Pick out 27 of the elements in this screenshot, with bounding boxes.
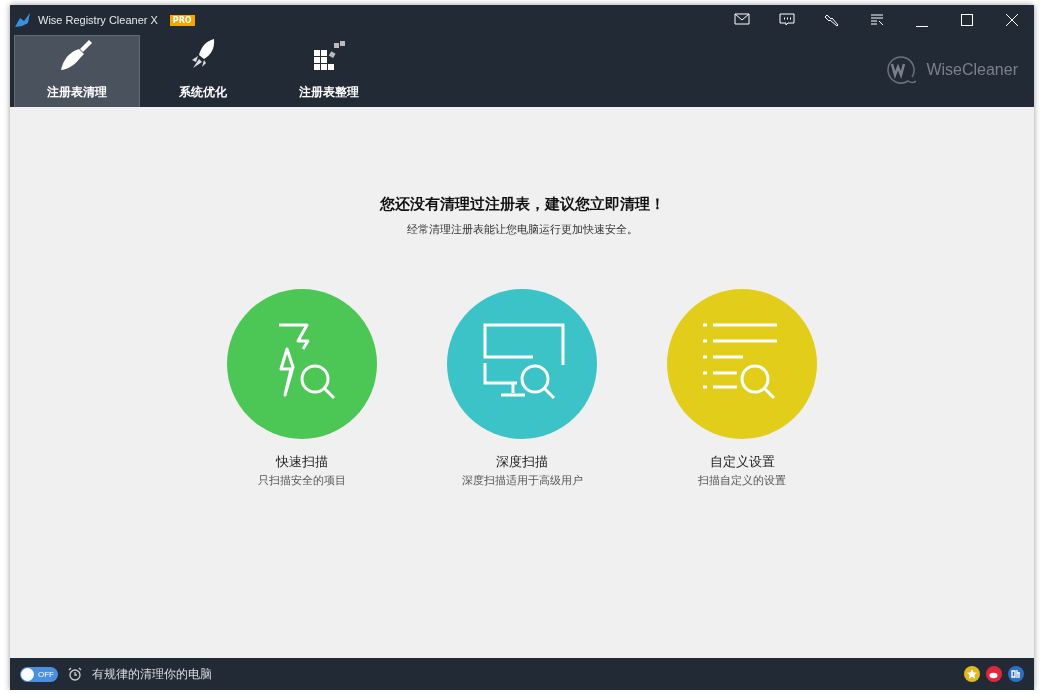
scan-title: 自定义设置 [709,453,775,471]
brand-name: WiseCleaner [926,61,1018,79]
pro-badge: PRO [169,14,195,26]
scan-title: 快速扫描 [276,453,328,471]
mail-icon [733,12,750,28]
wrench-icon [823,12,840,28]
close-icon [1003,12,1020,28]
main-subheading: 经常清理注册表能让您电脑运行更加快速安全。 [406,222,638,237]
menu-icon [868,12,885,28]
nav-tab[interactable]: 注册表清理 [14,35,140,107]
nav-tab[interactable]: 注册表整理 [266,35,392,107]
window-title: Wise Registry Cleaner X [38,14,158,26]
scan-description: 深度扫描适用于高级用户 [461,473,583,488]
blocks-icon [312,40,346,72]
main-heading: 您还没有清理过注册表，建议您立即清理！ [379,195,665,214]
schedule-text: 有规律的清理你的电脑 [92,665,212,683]
maximize-icon [958,12,975,28]
scan-description: 扫描自定义的设置 [698,473,786,488]
broom-icon [59,38,95,72]
alarm-clock-icon [68,667,82,681]
app-logo-icon [14,12,32,28]
star-coin-icon[interactable] [964,666,980,682]
chat-icon [778,12,795,28]
nav-tab[interactable]: 系统优化 [140,35,266,107]
scan-title: 深度扫描 [496,453,548,471]
minimize-icon [915,25,928,27]
scan-description: 只扫描安全的项目 [258,473,346,488]
